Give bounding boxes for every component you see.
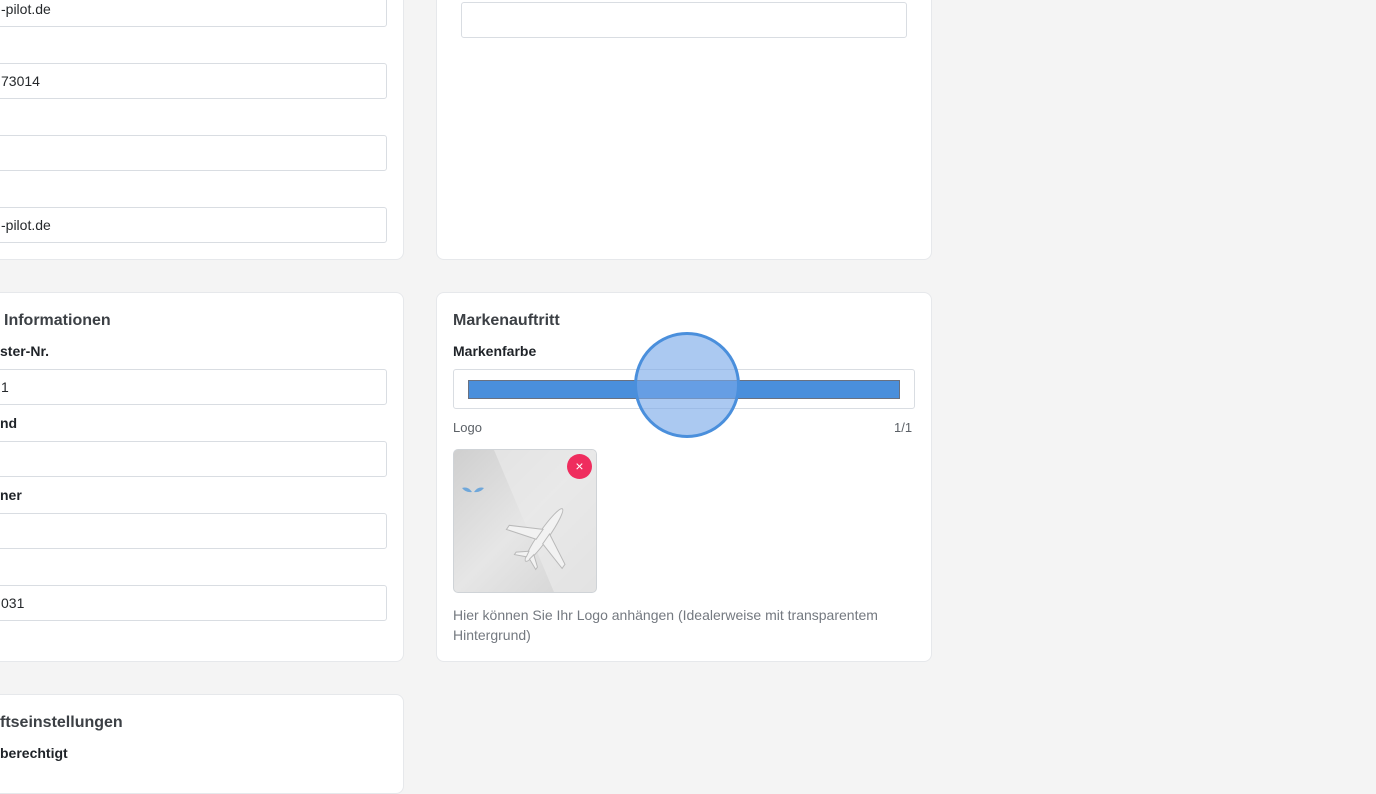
website-field-value: -pilot.de [1,1,51,17]
website-field[interactable]: -pilot.de [0,0,387,27]
brand-color-picker[interactable] [453,369,915,409]
postal-code-field-value: 73014 [1,73,40,89]
logo-label: Logo [453,420,482,435]
logo-count: 1/1 [894,420,913,435]
brand-card-title: Markenauftritt [453,312,560,329]
brand-color-label: Markenfarbe [453,343,537,359]
brand-color-swatch[interactable] [468,380,900,399]
email-field-value: -pilot.de [1,217,51,233]
top-right-card [436,0,932,260]
close-icon: × [575,458,584,474]
empty-field[interactable] [0,135,387,171]
country-field[interactable] [0,441,387,477]
fourth-info-field-value: 031 [1,595,25,611]
email-field[interactable]: -pilot.de [0,207,387,243]
logo-help-text: Hier können Sie Ihr Logo anhängen (Ideal… [453,607,878,643]
register-number-field[interactable]: 1 [0,369,387,405]
owner-field[interactable] [0,513,387,549]
country-label: nd [0,415,18,431]
postal-code-field[interactable]: 73014 [0,63,387,99]
info-card-title: Informationen [4,312,111,329]
settings-card [0,694,404,794]
top-right-input[interactable] [461,2,907,38]
remove-logo-button[interactable]: × [567,454,592,479]
owner-label: ner [0,487,22,503]
register-number-field-value: 1 [1,379,9,395]
register-number-label: ster-Nr. [0,343,50,359]
fourth-info-field[interactable]: 031 [0,585,387,621]
settings-card-title: ftseinstellungen [0,714,123,731]
settings-first-label: berechtigt [0,745,68,761]
